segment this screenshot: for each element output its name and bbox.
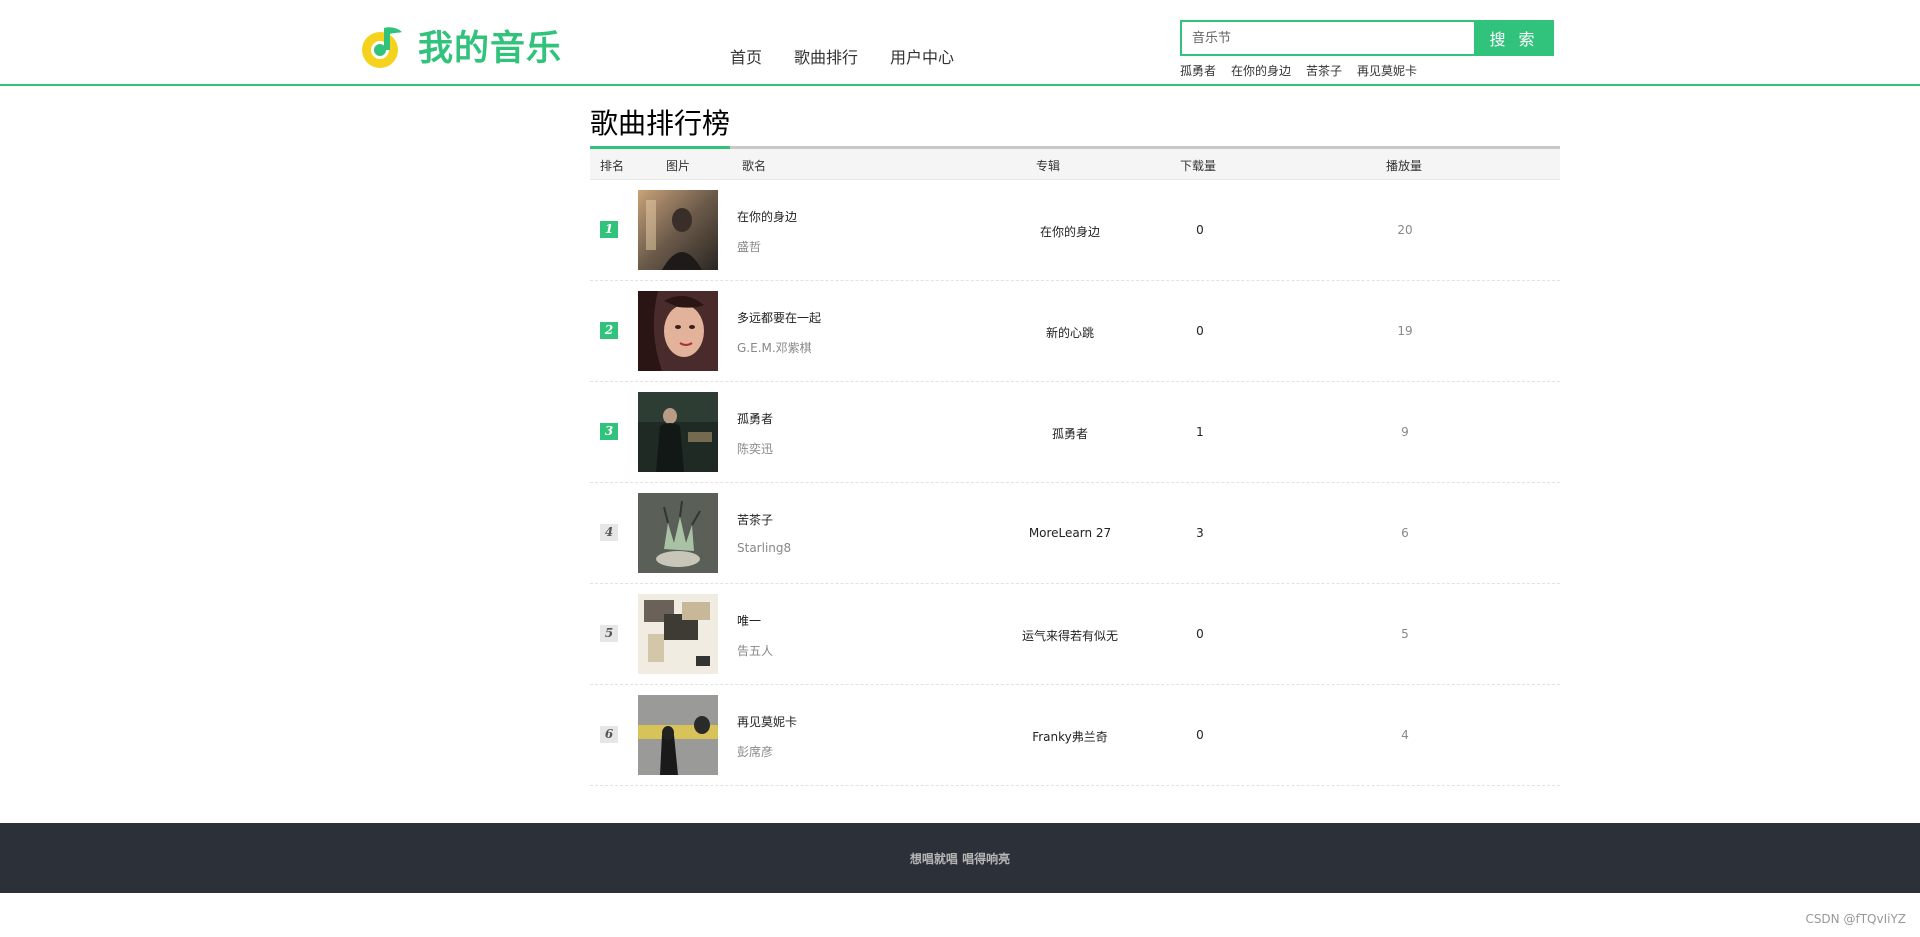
page-title-bar: 歌曲排行榜 bbox=[590, 100, 1560, 149]
album-cover[interactable] bbox=[638, 392, 718, 472]
rank-badge: 3 bbox=[600, 423, 618, 440]
nav-item-ranking[interactable]: 歌曲排行 bbox=[794, 44, 858, 68]
download-count: 1 bbox=[1196, 425, 1204, 439]
column-header-plays: 播放量 bbox=[1386, 159, 1423, 173]
footer-slogan: 想唱就唱 唱得响亮 bbox=[909, 852, 1011, 866]
rank-badge: 2 bbox=[600, 322, 618, 339]
play-count: 19 bbox=[1397, 324, 1413, 338]
hot-word[interactable]: 在你的身边 bbox=[1231, 62, 1291, 79]
main-nav: 首页 歌曲排行 用户中心 bbox=[730, 44, 986, 68]
song-artist[interactable]: 盛哲 bbox=[737, 238, 761, 255]
download-count: 3 bbox=[1196, 526, 1204, 540]
song-title[interactable]: 在你的身边 bbox=[737, 208, 797, 225]
ranking-section: 歌曲排行榜 排名 图片 歌名 专辑 下载量 播放量 1 在你的身边 盛哲 在你的… bbox=[590, 100, 1560, 786]
column-header-name: 歌名 bbox=[742, 159, 767, 173]
search-bar: 搜 索 bbox=[1180, 20, 1554, 56]
hot-word[interactable]: 孤勇者 bbox=[1180, 62, 1216, 79]
album-cover[interactable] bbox=[638, 493, 718, 573]
album-name[interactable]: Franky弗兰奇 bbox=[970, 728, 1170, 745]
song-artist[interactable]: G.E.M.邓紫棋 bbox=[737, 339, 812, 356]
album-cover[interactable] bbox=[638, 594, 718, 674]
song-title[interactable]: 孤勇者 bbox=[737, 410, 773, 427]
column-header-downloads: 下载量 bbox=[1180, 159, 1217, 173]
album-cover-image bbox=[638, 493, 718, 573]
album-cover-image bbox=[638, 392, 718, 472]
column-header-rank: 排名 bbox=[600, 159, 625, 173]
album-name[interactable]: 运气来得若有似无 bbox=[970, 627, 1170, 644]
album-cover[interactable] bbox=[638, 695, 718, 775]
album-name[interactable]: 孤勇者 bbox=[970, 425, 1170, 442]
hot-search-words: 孤勇者 在你的身边 苦茶子 再见莫妮卡 bbox=[1180, 62, 1432, 79]
album-cover-image bbox=[638, 594, 718, 674]
watermark: CSDN @fTQvIiYZ bbox=[1805, 912, 1906, 926]
song-title[interactable]: 再见莫妮卡 bbox=[737, 713, 797, 730]
album-name[interactable]: 在你的身边 bbox=[970, 223, 1170, 240]
logo[interactable]: 我的音乐 bbox=[360, 20, 562, 71]
play-count: 6 bbox=[1401, 526, 1409, 540]
nav-item-user-center[interactable]: 用户中心 bbox=[890, 44, 954, 68]
rank-badge: 5 bbox=[600, 625, 618, 642]
album-cover[interactable] bbox=[638, 190, 718, 270]
table-header: 排名 图片 歌名 专辑 下载量 播放量 bbox=[590, 149, 1560, 180]
song-artist[interactable]: 告五人 bbox=[737, 642, 773, 659]
download-count: 0 bbox=[1196, 627, 1204, 641]
table-row: 5 唯一 告五人 运气来得若有似无 0 5 bbox=[590, 584, 1560, 685]
table-row: 6 再见莫妮卡 彭席彦 Franky弗兰奇 0 4 bbox=[590, 685, 1560, 786]
column-header-picture: 图片 bbox=[666, 159, 691, 173]
nav-item-home[interactable]: 首页 bbox=[730, 44, 762, 68]
download-count: 0 bbox=[1196, 728, 1204, 742]
hot-word[interactable]: 再见莫妮卡 bbox=[1357, 62, 1417, 79]
album-cover[interactable] bbox=[638, 291, 718, 371]
play-count: 5 bbox=[1401, 627, 1409, 641]
album-name[interactable]: MoreLearn 27 bbox=[970, 526, 1170, 540]
song-artist[interactable]: 陈奕迅 bbox=[737, 440, 773, 457]
brand-name: 我的音乐 bbox=[418, 29, 563, 69]
table-row: 3 孤勇者 陈奕迅 孤勇者 1 9 bbox=[590, 382, 1560, 483]
table-row: 2 多远都要在一起 G.E.M.邓紫棋 新的心跳 0 19 bbox=[590, 281, 1560, 382]
album-cover-image bbox=[638, 695, 718, 775]
song-title[interactable]: 多远都要在一起 bbox=[737, 309, 821, 326]
play-count: 4 bbox=[1401, 728, 1409, 742]
song-artist[interactable]: 彭席彦 bbox=[737, 743, 773, 760]
song-title[interactable]: 苦茶子 bbox=[737, 511, 773, 528]
download-count: 0 bbox=[1196, 223, 1204, 237]
song-artist[interactable]: Starling8 bbox=[737, 541, 791, 555]
site-footer: 想唱就唱 唱得响亮 bbox=[0, 823, 1920, 893]
play-count: 9 bbox=[1401, 425, 1409, 439]
table-row: 1 在你的身边 盛哲 在你的身边 0 20 bbox=[590, 180, 1560, 281]
rank-badge: 4 bbox=[600, 524, 618, 541]
rank-badge: 1 bbox=[600, 221, 618, 238]
search-input[interactable] bbox=[1180, 20, 1474, 56]
site-header: 我的音乐 首页 歌曲排行 用户中心 搜 索 孤勇者 在你的身边 苦茶子 再见莫妮… bbox=[0, 0, 1920, 86]
download-count: 0 bbox=[1196, 324, 1204, 338]
search-button[interactable]: 搜 索 bbox=[1474, 20, 1554, 56]
rank-badge: 6 bbox=[600, 726, 618, 743]
play-count: 20 bbox=[1397, 223, 1413, 237]
album-cover-image bbox=[638, 190, 718, 270]
hot-word[interactable]: 苦茶子 bbox=[1306, 62, 1342, 79]
song-title[interactable]: 唯一 bbox=[737, 612, 761, 629]
music-note-icon bbox=[362, 26, 402, 68]
album-cover-image bbox=[638, 291, 718, 371]
album-name[interactable]: 新的心跳 bbox=[970, 324, 1170, 341]
page-title: 歌曲排行榜 bbox=[590, 107, 731, 140]
table-row: 4 苦茶子 Starling8 MoreLearn 27 3 6 bbox=[590, 483, 1560, 584]
column-header-album: 专辑 bbox=[1036, 159, 1061, 173]
